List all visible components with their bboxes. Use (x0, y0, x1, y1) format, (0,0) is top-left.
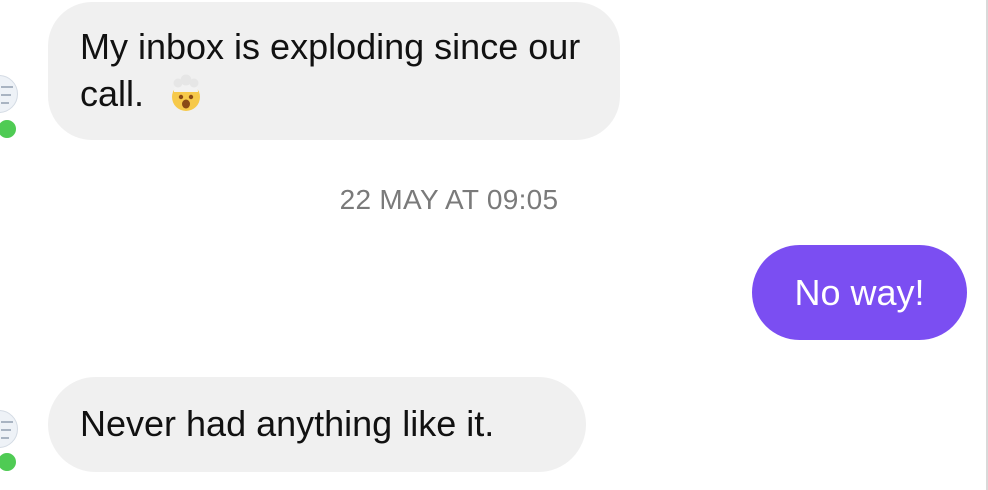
avatar-detail-line (1, 94, 11, 96)
message-text: No way! (794, 272, 925, 313)
online-status-icon (0, 118, 18, 140)
message-text: Never had anything like it. (80, 403, 495, 444)
message-bubble-incoming[interactable]: Never had anything like it. (48, 377, 586, 472)
message-bubble-incoming[interactable]: My inbox is exploding since our call. (48, 2, 620, 140)
online-status-icon (0, 451, 18, 473)
message-text: My inbox is exploding since our call. (80, 26, 581, 114)
message-bubble-outgoing[interactable]: No way! (752, 245, 967, 340)
exploding-head-emoji (172, 74, 201, 111)
contact-avatar[interactable] (0, 410, 18, 448)
avatar-detail-line (1, 86, 13, 88)
avatar-detail-line (1, 421, 13, 423)
contact-avatar[interactable] (0, 75, 18, 113)
avatar-detail-line (1, 429, 11, 431)
avatar-detail-line (1, 102, 9, 104)
avatar-detail-line (1, 437, 9, 439)
message-timestamp: 22 MAY AT 09:05 (339, 184, 559, 215)
